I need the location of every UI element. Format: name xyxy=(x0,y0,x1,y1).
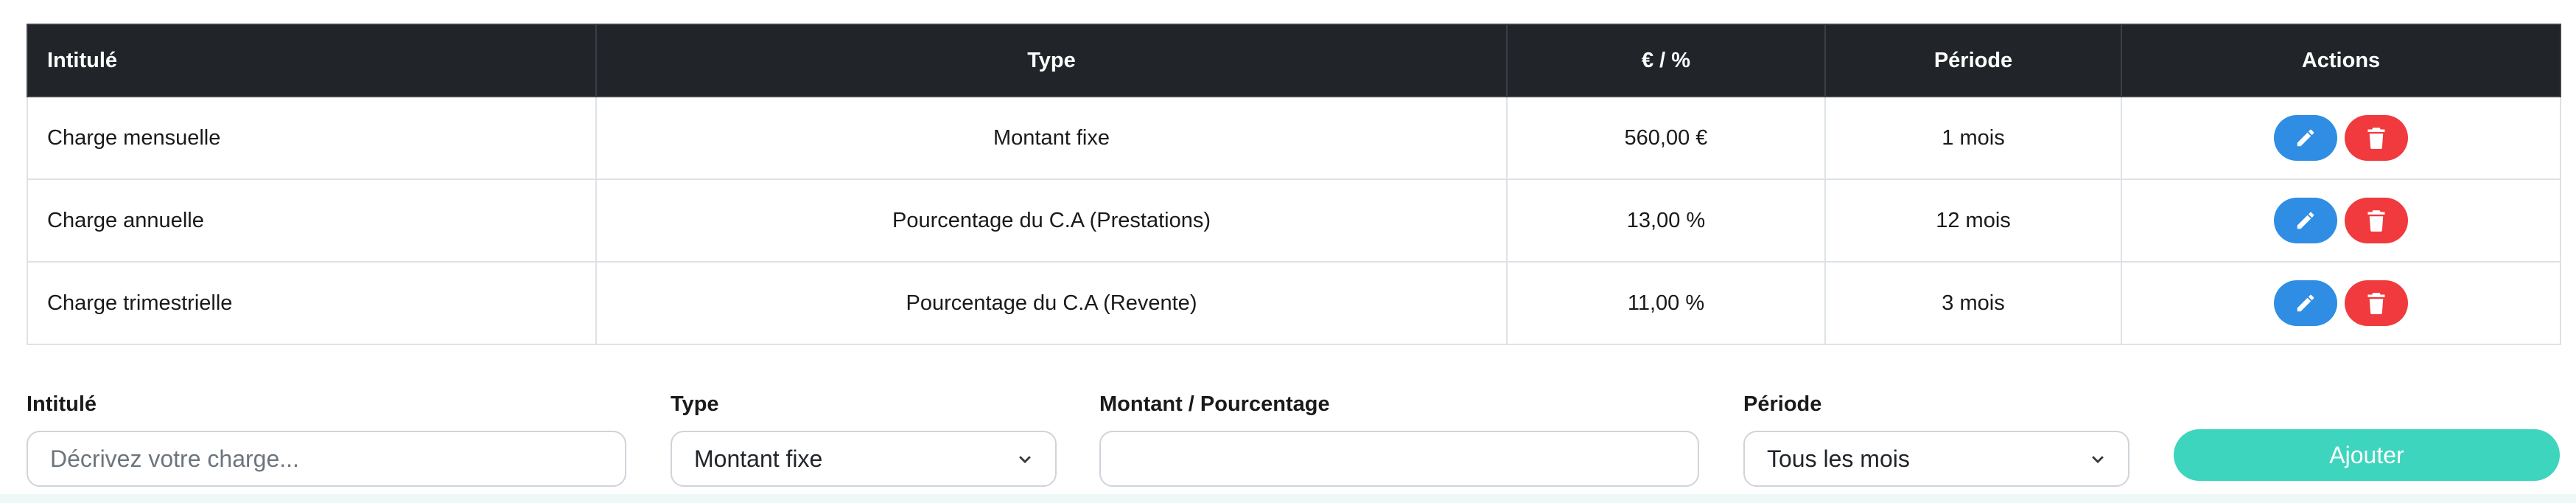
row-type: Montant fixe xyxy=(595,96,1508,180)
pencil-icon xyxy=(2297,294,2314,312)
row-type: Pourcentage du C.A (Prestations) xyxy=(595,178,1508,263)
type-select[interactable]: Montant fixe xyxy=(671,431,1057,487)
table-row: Charge trimestrielle Pourcentage du C.A … xyxy=(27,261,2561,345)
row-label: Charge annuelle xyxy=(27,178,597,263)
type-field-group: Type Montant fixe xyxy=(671,389,1057,487)
row-period: 3 mois xyxy=(1824,261,2122,345)
page-footer-strip xyxy=(0,494,2576,503)
pencil-icon xyxy=(2297,212,2314,229)
edit-button[interactable] xyxy=(2273,280,2337,326)
chevron-down-icon xyxy=(1019,456,1031,464)
row-type: Pourcentage du C.A (Revente) xyxy=(595,261,1508,345)
period-field-group: Période Tous les mois xyxy=(1743,389,2129,487)
charges-panel: Intitulé Type € / % Période Actions Char… xyxy=(27,24,2561,487)
row-actions xyxy=(2121,178,2561,263)
row-value: 560,00 € xyxy=(1506,96,1826,180)
period-select[interactable]: Tous les mois xyxy=(1743,431,2129,487)
trash-icon xyxy=(2367,128,2385,149)
label-field-label: Intitulé xyxy=(27,392,97,416)
amount-field-group: Montant / Pourcentage xyxy=(1099,389,1699,487)
edit-button[interactable] xyxy=(2273,198,2337,243)
column-header-label: Intitulé xyxy=(27,24,597,97)
delete-button[interactable] xyxy=(2345,198,2409,243)
table-header-row: Intitulé Type € / % Période Actions xyxy=(27,24,2561,97)
row-label: Charge mensuelle xyxy=(27,96,597,180)
table-row: Charge annuelle Pourcentage du C.A (Pres… xyxy=(27,178,2561,263)
row-value: 13,00 % xyxy=(1506,178,1826,263)
pencil-icon xyxy=(2297,129,2314,147)
column-header-type: Type xyxy=(595,24,1508,97)
period-field-label: Période xyxy=(1743,392,1822,416)
amount-input[interactable] xyxy=(1099,431,1699,487)
type-select-value: Montant fixe xyxy=(694,445,823,472)
chevron-down-icon xyxy=(2092,456,2104,464)
add-button[interactable]: Ajouter xyxy=(2174,429,2560,481)
trash-icon xyxy=(2367,210,2385,232)
column-header-period: Période xyxy=(1824,24,2122,97)
charges-table: Intitulé Type € / % Période Actions Char… xyxy=(27,24,2561,345)
column-header-actions: Actions xyxy=(2121,24,2561,97)
row-period: 12 mois xyxy=(1824,178,2122,263)
trash-icon xyxy=(2367,293,2385,314)
row-actions xyxy=(2121,96,2561,180)
type-field-label: Type xyxy=(671,392,719,416)
amount-field-label: Montant / Pourcentage xyxy=(1099,392,1330,416)
column-header-value: € / % xyxy=(1506,24,1826,97)
delete-button[interactable] xyxy=(2345,115,2409,161)
label-input[interactable] xyxy=(27,431,626,487)
row-label: Charge trimestrielle xyxy=(27,261,597,345)
table-row: Charge mensuelle Montant fixe 560,00 € 1… xyxy=(27,96,2561,180)
row-value: 11,00 % xyxy=(1506,261,1826,345)
row-actions xyxy=(2121,261,2561,345)
edit-button[interactable] xyxy=(2273,115,2337,161)
label-field-group: Intitulé xyxy=(27,389,626,487)
add-charge-form: Intitulé Type Montant fixe Montant / Pou… xyxy=(27,389,2560,500)
period-select-value: Tous les mois xyxy=(1767,445,1910,472)
row-period: 1 mois xyxy=(1824,96,2122,180)
delete-button[interactable] xyxy=(2345,280,2409,326)
